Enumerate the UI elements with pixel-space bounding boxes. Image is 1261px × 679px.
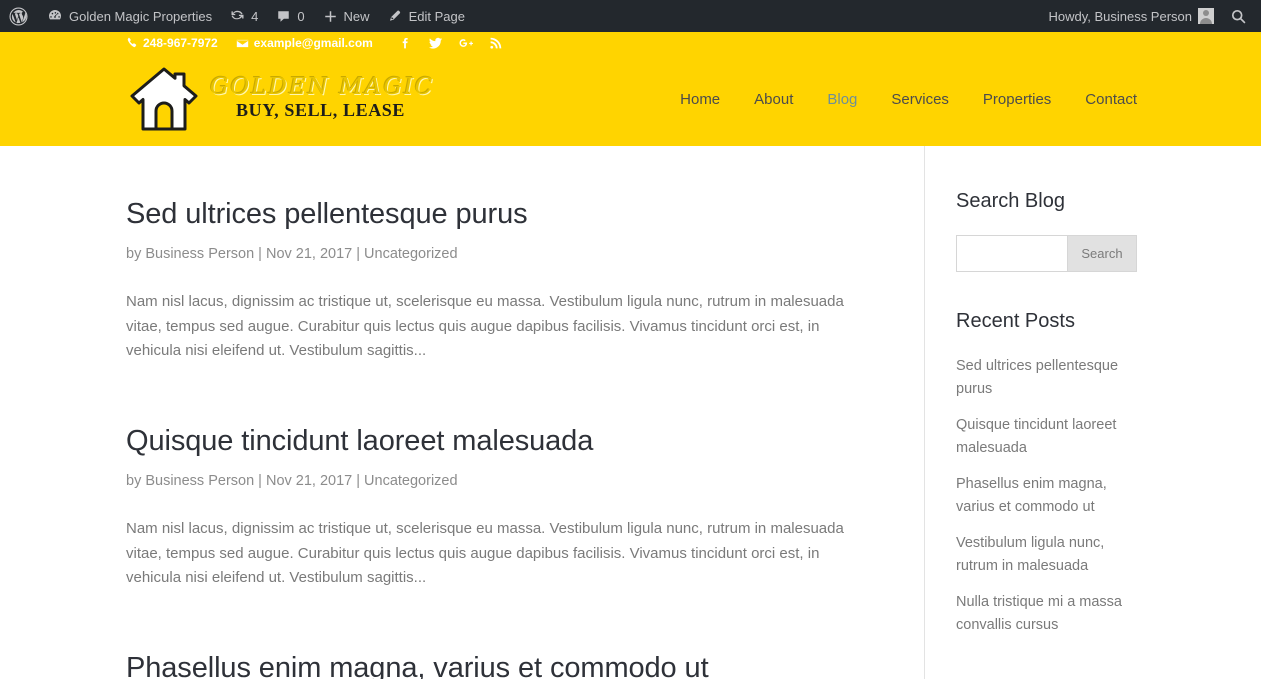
edit-page-label: Edit Page [408, 8, 465, 24]
nav-item-about[interactable]: About [737, 91, 810, 108]
phone-icon [126, 37, 138, 49]
recent-post-item[interactable]: Quisque tincidunt laoreet malesuada [956, 414, 1136, 461]
search-form: Search [956, 235, 1137, 272]
admin-bar-comments[interactable]: 0 [267, 0, 313, 32]
nav-item-properties[interactable]: Properties [966, 91, 1068, 108]
recent-post-item[interactable]: Phasellus enim magna, varius et commodo … [956, 473, 1136, 520]
header-contact-bar: 248-967-7972 example@gmail.com [0, 32, 1261, 54]
howdy-label: Howdy, Business Person [1048, 8, 1192, 24]
googleplus-icon[interactable] [451, 33, 481, 53]
header-social-links [391, 33, 511, 53]
wp-logo-button[interactable] [0, 0, 38, 32]
recent-post-item[interactable]: Vestibulum ligula nunc, rutrum in malesu… [956, 532, 1136, 579]
header-phone-label: 248-967-7972 [143, 36, 218, 50]
twitter-icon[interactable] [421, 33, 451, 53]
post-excerpt: Nam nisl lacus, dignissim ac tristique u… [126, 520, 844, 586]
admin-bar-edit-page[interactable]: Edit Page [379, 0, 474, 32]
search-input[interactable] [956, 235, 1067, 272]
blog-post-list: Sed ultrices pellentesque purus by Busin… [0, 146, 925, 679]
updates-icon [230, 9, 245, 24]
search-icon [1230, 8, 1247, 25]
plus-icon [323, 9, 338, 24]
wp-admin-bar: Golden Magic Properties 4 0 New Edit Pag… [0, 0, 1261, 32]
blog-post-item: Sed ultrices pellentesque purus by Busin… [126, 196, 874, 363]
recent-posts-title: Recent Posts [956, 310, 1075, 332]
recent-posts-widget: Recent Posts Sed ultrices pellentesque p… [956, 310, 1260, 638]
updates-count: 4 [251, 8, 259, 24]
header-phone[interactable]: 248-967-7972 [126, 36, 218, 50]
header-email-label: example@gmail.com [253, 36, 373, 50]
comment-icon [276, 9, 291, 24]
post-meta: by Business Person | Nov 21, 2017 | Unca… [126, 473, 458, 490]
page-body: Sed ultrices pellentesque purus by Busin… [0, 146, 1261, 679]
search-button[interactable]: Search [1067, 235, 1137, 272]
site-name-label: Golden Magic Properties [69, 8, 213, 24]
nav-item-home[interactable]: Home [663, 91, 737, 108]
rss-icon[interactable] [481, 33, 511, 53]
pencil-icon [388, 9, 403, 24]
search-widget-title: Search Blog [956, 190, 1065, 212]
nav-item-blog[interactable]: Blog [810, 91, 874, 108]
recent-posts-list: Sed ultrices pellentesque purus Quisque … [956, 355, 1260, 638]
dashboard-icon [47, 8, 63, 24]
nav-item-contact[interactable]: Contact [1068, 91, 1137, 108]
blog-post-item: Quisque tincidunt laoreet malesuada by B… [126, 423, 874, 590]
header-main-row: GOLDEN MAGIC BUY, SELL, LEASE Home About… [0, 54, 1261, 144]
facebook-icon[interactable] [391, 33, 421, 53]
search-blog-widget: Search Blog Search [956, 190, 1260, 272]
logo-tagline: BUY, SELL, LEASE [236, 100, 406, 121]
house-logo-icon [126, 63, 202, 135]
admin-bar-search-button[interactable] [1220, 0, 1261, 32]
post-excerpt: Nam nisl lacus, dignissim ac tristique u… [126, 293, 844, 359]
site-logo[interactable]: GOLDEN MAGIC BUY, SELL, LEASE [126, 63, 434, 135]
admin-bar-site-name[interactable]: Golden Magic Properties [38, 0, 221, 32]
new-content-label: New [343, 8, 370, 24]
recent-post-item[interactable]: Sed ultrices pellentesque purus [956, 355, 1136, 402]
post-title[interactable]: Quisque tincidunt laoreet malesuada [126, 423, 874, 459]
admin-bar-right-group: Howdy, Business Person [1039, 0, 1261, 32]
avatar [1198, 8, 1214, 24]
post-meta: by Business Person | Nov 21, 2017 | Unca… [126, 246, 458, 263]
logo-name: GOLDEN MAGIC [210, 74, 435, 101]
blog-post-item: Phasellus enim magna, varius et commodo … [126, 650, 874, 679]
recent-post-item[interactable]: Nulla tristique mi a massa convallis cur… [956, 591, 1136, 638]
main-navigation: Home About Blog Services Properties Cont… [663, 91, 1137, 108]
comments-count: 0 [297, 8, 305, 24]
post-title[interactable]: Sed ultrices pellentesque purus [126, 196, 874, 232]
wordpress-icon [9, 6, 28, 26]
admin-bar-new-content[interactable]: New [314, 0, 379, 32]
admin-bar-updates[interactable]: 4 [221, 0, 267, 32]
nav-item-services[interactable]: Services [874, 91, 966, 108]
post-title[interactable]: Phasellus enim magna, varius et commodo … [126, 650, 874, 679]
admin-bar-left-group: Golden Magic Properties 4 0 New Edit Pag… [0, 0, 474, 32]
sidebar: Search Blog Search Recent Posts Sed ultr… [925, 146, 1260, 679]
logo-text-block: GOLDEN MAGIC BUY, SELL, LEASE [210, 76, 434, 122]
envelope-icon [236, 37, 249, 50]
header-email[interactable]: example@gmail.com [236, 36, 373, 50]
admin-bar-my-account[interactable]: Howdy, Business Person [1039, 0, 1220, 32]
site-header: 248-967-7972 example@gmail.com GOLDEN MA… [0, 32, 1261, 146]
